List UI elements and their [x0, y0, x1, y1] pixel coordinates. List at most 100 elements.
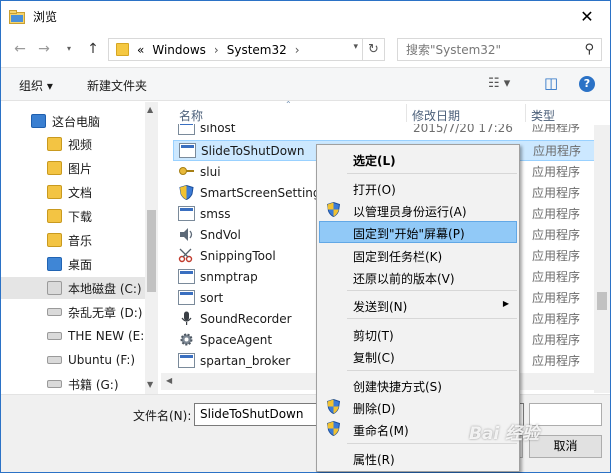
menu-item-label: 打开(O) [353, 183, 396, 197]
new-folder-button[interactable]: 新建文件夹 [87, 77, 147, 94]
menu-item-open[interactable]: 打开(O) [319, 177, 517, 199]
search-icon[interactable]: ⚲ [584, 42, 594, 57]
menu-item-pin-to-start[interactable]: 固定到"开始"屏幕(P) [319, 221, 517, 243]
file-type: 应用程序 [532, 291, 581, 305]
view-options-icon[interactable]: ☷ ▾ [488, 76, 510, 91]
submenu-arrow-icon: ▶ [502, 299, 509, 308]
video-folder-icon [47, 137, 62, 151]
microphone-icon [178, 311, 195, 326]
up-button[interactable]: ↑ [83, 40, 103, 58]
nav-item-label: 视频 [68, 137, 93, 152]
address-bar[interactable]: « Windows › System32 › ▾ ↻ [108, 38, 385, 61]
file-list-scrollbar[interactable] [594, 125, 610, 393]
scroll-up-icon[interactable]: ▲ [147, 105, 153, 114]
nav-item-drive-g[interactable]: 书籍 (G:) [1, 373, 145, 394]
file-name: spartan_broker [200, 353, 291, 368]
search-input[interactable]: 搜索"System32" ⚲ [397, 38, 602, 61]
file-type: 应用程序 [532, 207, 581, 221]
uac-shield-icon [326, 420, 341, 437]
menu-item-select[interactable]: 选定(L) [319, 148, 517, 170]
key-icon [178, 164, 195, 179]
file-type: 应用程序 [532, 249, 581, 263]
menu-item-properties[interactable]: 属性(R) [319, 447, 517, 469]
drive-icon [47, 332, 62, 340]
breadcrumb-overflow[interactable]: « [137, 43, 144, 57]
menu-item-label: 还原以前的版本(V) [353, 272, 455, 286]
menu-item-create-shortcut[interactable]: 创建快捷方式(S) [319, 374, 517, 396]
nav-item-videos[interactable]: 视频 [1, 133, 145, 155]
address-dropdown-icon[interactable]: ▾ [353, 42, 358, 52]
nav-item-documents[interactable]: 文档 [1, 181, 145, 203]
nav-item-this-pc[interactable]: 这台电脑 [1, 110, 145, 132]
exe-icon [178, 353, 195, 368]
menu-item-label: 以管理员身份运行(A) [353, 205, 467, 219]
exe-icon [179, 143, 196, 158]
column-divider[interactable] [525, 104, 526, 122]
refresh-button[interactable]: ↻ [362, 39, 384, 60]
organize-menu[interactable]: 组织 ▾ [19, 77, 53, 94]
nav-scrollbar[interactable]: ▲ ▼ [145, 102, 158, 394]
exe-icon [178, 290, 195, 305]
uac-shield-icon [326, 201, 341, 218]
file-name: smss [200, 206, 231, 221]
scroll-left-icon[interactable]: ◀ [166, 376, 172, 385]
file-dialog-window: 浏览 ✕ ← → ▾ ↑ « Windows › System32 › ▾ ↻ … [0, 0, 611, 473]
menu-item-copy[interactable]: 复制(C) [319, 345, 517, 367]
menu-item-restore-versions[interactable]: 还原以前的版本(V) [319, 266, 517, 288]
nav-item-downloads[interactable]: 下载 [1, 205, 145, 227]
file-list-scroll-thumb[interactable] [597, 292, 607, 310]
column-name[interactable]: 名称 [179, 107, 203, 124]
back-button[interactable]: ← [10, 40, 30, 58]
title-bar: 浏览 ✕ [1, 1, 610, 32]
downloads-folder-icon [47, 209, 62, 223]
breadcrumb-separator[interactable]: › [214, 43, 219, 57]
nav-item-desktop[interactable]: 桌面 [1, 253, 145, 275]
nav-item-pictures[interactable]: 图片 [1, 157, 145, 179]
file-row[interactable]: sihost 2015/7/20 17:26 应用程序 [173, 124, 598, 135]
menu-item-delete[interactable]: 删除(D) [319, 396, 517, 418]
breadcrumb-separator[interactable]: › [295, 43, 300, 57]
exe-icon [178, 269, 195, 284]
file-list-header: ⌃ 名称 修改日期 类型 [161, 100, 610, 124]
nav-item-drive-e[interactable]: THE NEW (E:) [1, 325, 149, 347]
scroll-down-icon[interactable]: ▼ [147, 380, 153, 389]
menu-item-label: 复制(C) [353, 351, 395, 365]
file-type: 应用程序 [533, 144, 582, 158]
navigation-pane: 这台电脑 视频 图片 文档 下载 音乐 桌面 本地磁盘 (C:) 杂乱无章 (D… [1, 102, 158, 394]
breadcrumb-system32[interactable]: System32 [227, 43, 287, 57]
menu-separator [347, 370, 517, 371]
recent-locations-button[interactable]: ▾ [59, 40, 79, 58]
file-type-select[interactable] [529, 403, 602, 426]
file-date: 2015/7/20 17:26 [413, 124, 513, 135]
nav-scroll-thumb[interactable] [147, 210, 156, 292]
nav-item-drive-d[interactable]: 杂乱无章 (D:) [1, 301, 145, 323]
nav-item-label: 文档 [68, 185, 93, 200]
menu-item-send-to[interactable]: 发送到(N) ▶ [319, 294, 517, 316]
file-type: 应用程序 [532, 228, 581, 242]
uac-shield-icon [326, 398, 341, 415]
file-name: snmptrap [200, 269, 258, 284]
nav-item-music[interactable]: 音乐 [1, 229, 145, 251]
menu-item-run-as-admin[interactable]: 以管理员身份运行(A) [319, 199, 517, 221]
file-name: slui [200, 164, 221, 179]
preview-pane-icon[interactable]: ◫ [544, 74, 558, 92]
help-icon[interactable]: ? [579, 76, 595, 92]
drive-icon [47, 356, 62, 364]
menu-item-cut[interactable]: 剪切(T) [319, 323, 517, 345]
column-type[interactable]: 类型 [531, 107, 555, 124]
column-date[interactable]: 修改日期 [412, 107, 460, 124]
forward-button[interactable]: → [34, 40, 54, 58]
exe-icon [178, 206, 195, 221]
browse-app-icon [9, 9, 25, 24]
menu-item-pin-to-taskbar[interactable]: 固定到任务栏(K) [319, 244, 517, 266]
nav-item-drive-c[interactable]: 本地磁盘 (C:) [1, 277, 145, 299]
menu-separator [347, 318, 517, 319]
column-divider[interactable] [406, 104, 407, 122]
nav-item-drive-f[interactable]: Ubuntu (F:) [1, 349, 145, 371]
cancel-button[interactable]: 取消 [529, 435, 602, 458]
close-button[interactable]: ✕ [564, 1, 610, 31]
menu-item-label: 删除(D) [353, 402, 396, 416]
nav-item-label: 这台电脑 [52, 114, 101, 129]
menu-item-label: 属性(R) [353, 453, 395, 467]
breadcrumb-windows[interactable]: Windows [152, 43, 206, 57]
